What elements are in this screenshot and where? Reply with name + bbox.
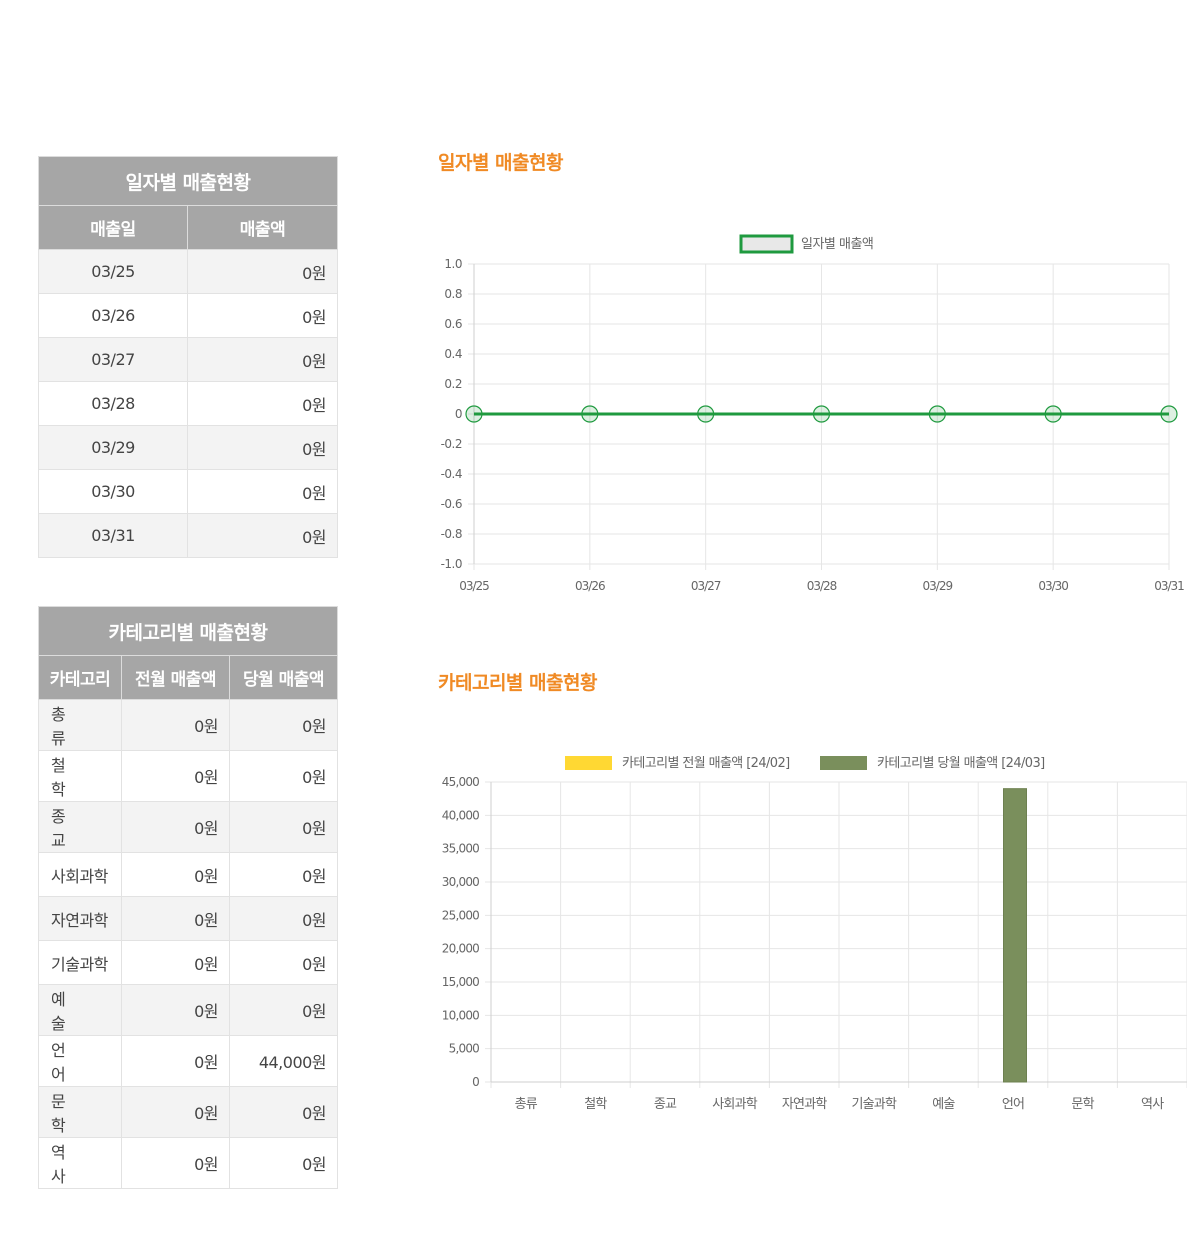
legend-label: 카테고리별 전월 매출액 [24/02] (622, 756, 790, 771)
data-point (1160, 405, 1178, 423)
daily-sales-line-chart: 1.0 0.8 0.6 0.4 0.2 0 -0.2 -0.4 -0.6 -0.8 -1.0 03/2… (441, 234, 1187, 1112)
x-tick-label: 03/27 (691, 579, 721, 593)
y-tick-label: 40,000 (442, 808, 479, 822)
y-tick-label: -0.2 (441, 437, 462, 451)
data-point (1044, 405, 1062, 423)
bar (1003, 788, 1027, 1083)
x-tick-label: 총류 (515, 1097, 538, 1112)
x-tick-label: 종교 (654, 1097, 677, 1112)
data-point (465, 405, 483, 423)
y-tick-label: 5,000 (449, 1042, 480, 1056)
x-tick-label: 철학 (584, 1097, 607, 1112)
legend-label: 일자별 매출액 (801, 237, 873, 252)
data-point (581, 405, 599, 423)
y-tick-label: 30,000 (442, 875, 479, 889)
y-tick-label: 1.0 (444, 257, 462, 271)
legend-swatch (565, 756, 612, 770)
y-tick-label: -0.8 (441, 527, 462, 541)
x-tick-label: 03/29 (923, 579, 953, 593)
legend-swatch (820, 756, 867, 770)
x-tick-label: 03/26 (575, 579, 605, 593)
y-tick-label: 20,000 (442, 942, 479, 956)
data-point (697, 405, 715, 423)
x-tick-label: 문학 (1071, 1097, 1094, 1112)
y-tick-label: 0.8 (444, 287, 462, 301)
y-tick-label: 0.4 (444, 347, 462, 361)
x-tick-label: 예술 (932, 1097, 955, 1112)
y-tick-label: 15,000 (442, 975, 479, 989)
y-tick-label: -0.4 (441, 467, 462, 481)
x-tick-label: 언어 (1002, 1097, 1024, 1112)
x-tick-label: 03/30 (1038, 579, 1068, 593)
y-tick-label: 25,000 (442, 908, 479, 922)
data-point (812, 405, 831, 423)
data-point (928, 405, 946, 423)
y-tick-label: 35,000 (442, 842, 479, 856)
legend-swatch (739, 234, 794, 254)
x-tick-label: 역사 (1141, 1097, 1164, 1112)
y-tick-label: 0 (472, 1075, 479, 1089)
x-tick-label: 기술과학 (851, 1097, 896, 1112)
y-tick-label: 45,000 (442, 775, 479, 789)
legend-label: 카테고리별 당월 매출액 [24/03] (877, 756, 1045, 771)
y-tick-label: -1.0 (441, 557, 462, 571)
x-tick-label: 자연과학 (782, 1097, 827, 1112)
x-tick-label: 03/25 (459, 579, 489, 593)
x-tick-label: 사회과학 (712, 1097, 757, 1112)
x-tick-label: 03/28 (807, 579, 837, 593)
y-tick-label: 10,000 (442, 1008, 479, 1022)
y-tick-label: -0.6 (441, 497, 462, 511)
x-tick-label: 03/31 (1154, 579, 1184, 593)
y-tick-label: 0 (455, 407, 462, 421)
y-tick-label: 0.2 (444, 377, 462, 391)
y-tick-label: 0.6 (444, 317, 462, 331)
